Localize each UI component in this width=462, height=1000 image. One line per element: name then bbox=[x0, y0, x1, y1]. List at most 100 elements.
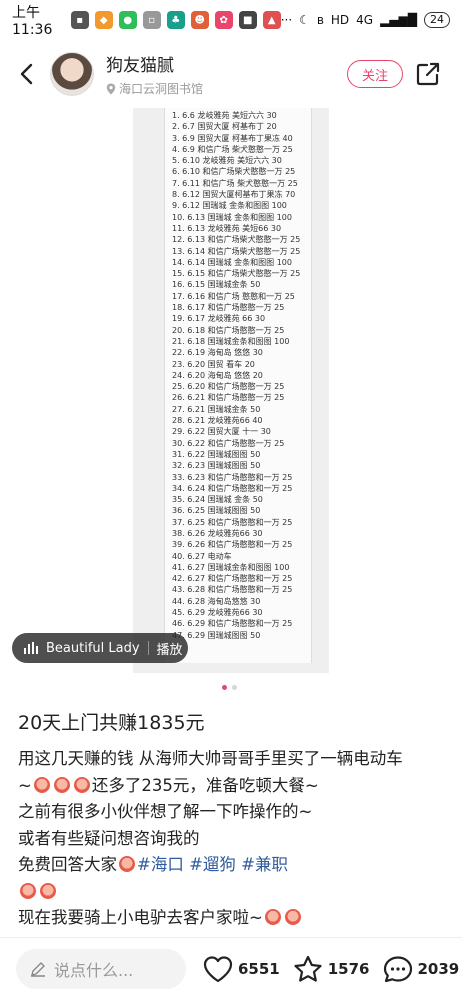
bottom-action-bar: 说点什么... 6551 1576 2039 bbox=[0, 937, 462, 1000]
wechat-icon: ● bbox=[118, 11, 137, 29]
system-icons: ··· ☾ ʙ HD 4G ▂▄▆█ 24 bbox=[281, 12, 450, 28]
back-button[interactable] bbox=[6, 54, 46, 94]
record-line: 17. 6.16 和信广场 憨憨和一万 25 bbox=[172, 291, 295, 301]
record-line: 15. 6.15 和信广场柴犬憨憨一万 25 bbox=[172, 269, 301, 279]
record-line: 23. 6.20 国贸 看车 20 bbox=[172, 359, 255, 369]
record-line: 31. 6.22 国瑞城图图 50 bbox=[172, 449, 261, 459]
post-line: 免费回答大家 #海口 #遛狗 #兼职 bbox=[18, 852, 448, 879]
app-icon: ☻ bbox=[190, 11, 209, 29]
share-icon bbox=[416, 62, 440, 86]
record-line: 30. 6.22 和信广场憨憨一万 25 bbox=[172, 438, 285, 448]
record-line: 27. 6.21 国瑞城金条 50 bbox=[172, 404, 261, 414]
emoji-icon bbox=[119, 856, 135, 872]
music-title: Beautiful Lady bbox=[46, 640, 140, 656]
record-line: 2. 6.7 国贸大厦 柯基布丁 20 bbox=[172, 122, 277, 132]
music-tag[interactable]: Beautiful Lady 播放 bbox=[12, 633, 188, 663]
record-line: 32. 6.23 国瑞城图图 50 bbox=[172, 461, 261, 471]
record-line: 1. 6.6 龙岐雅苑 美短六六 30 bbox=[172, 111, 277, 120]
post-line: 之前有很多小伙伴想了解一下咋操作的~ bbox=[18, 802, 313, 821]
star-icon bbox=[294, 955, 322, 982]
record-line: 39. 6.26 和信广场憨憨和一万 25 bbox=[172, 540, 293, 550]
hashtag-dogwalking[interactable]: #遛狗 bbox=[189, 855, 236, 874]
record-line: 46. 6.29 和信广场憨憨和一万 25 bbox=[172, 619, 293, 629]
app-icon: ♣ bbox=[166, 11, 185, 29]
location-pin-icon bbox=[106, 83, 116, 94]
post-header: 狗友猫腻 海口云洞图书馆 关注 bbox=[0, 44, 462, 104]
comment-placeholder: 说点什么... bbox=[54, 961, 134, 980]
record-line: 13. 6.14 和信广场柴犬憨憨一万 25 bbox=[172, 246, 301, 256]
hd-icon: HD bbox=[330, 13, 350, 27]
record-line: 41. 6.27 国瑞城金条和图图 100 bbox=[172, 562, 290, 572]
hashtag-parttime[interactable]: #兼职 bbox=[241, 855, 288, 874]
do-not-disturb-icon: ☾ bbox=[299, 13, 310, 27]
post-line: 现在我要骑上小电驴去客户家啦~ bbox=[18, 905, 448, 932]
carousel-indicator bbox=[222, 685, 237, 690]
record-line: 26. 6.21 和信广场憨憨一万 25 bbox=[172, 393, 285, 403]
play-button[interactable]: 播放 bbox=[157, 639, 183, 658]
record-line: 12. 6.13 和信广场柴犬憨憨一万 25 bbox=[172, 235, 301, 245]
pencil-icon bbox=[31, 962, 45, 977]
record-line: 24. 6.20 海甸岛 悠悠 20 bbox=[172, 370, 263, 380]
share-button[interactable] bbox=[414, 60, 442, 88]
post-line: 或者有些疑问想咨询我的 bbox=[18, 828, 200, 848]
location-label: 海口云洞图书馆 bbox=[119, 82, 204, 96]
audio-bars-icon bbox=[24, 642, 38, 654]
record-line: 16. 6.15 国瑞城金条 50 bbox=[172, 280, 261, 290]
app-icon: ▫ bbox=[142, 11, 161, 29]
record-line: 38. 6.26 龙岐雅苑66 30 bbox=[172, 528, 263, 538]
status-bar: 上午11:36 ▪ ◆ ● ▫ ♣ ☻ ✿ ■ ▲ ··· ☾ ʙ HD 4G … bbox=[0, 0, 462, 40]
status-time: 上午11:36 bbox=[12, 5, 53, 38]
post-line: ~ 还多了235元，准备吃顿大餐~ bbox=[18, 773, 448, 800]
post-line: 用这几天赚的钱 从海师大帅哥哥手里买了一辆电动车 bbox=[18, 749, 403, 768]
record-line: 33. 6.23 和信广场憨憨和一万 25 bbox=[172, 472, 293, 482]
battery-icon: 24 bbox=[424, 12, 450, 28]
record-line: 40. 6.27 电动车 bbox=[172, 551, 232, 561]
post-line-suffix: 还多了235元，准备吃顿大餐~ bbox=[91, 775, 319, 795]
emoji-icon bbox=[284, 909, 301, 925]
emoji-icon bbox=[33, 776, 50, 793]
record-line: 29. 6.22 国贸大厦 十一 30 bbox=[172, 427, 271, 437]
record-line: 11. 6.13 龙岐雅苑 美短66 30 bbox=[172, 223, 282, 233]
emoji-icon bbox=[73, 776, 90, 793]
follow-button[interactable]: 关注 bbox=[347, 60, 403, 88]
bluetooth-icon: ʙ bbox=[316, 13, 324, 27]
record-line: 3. 6.9 国贸大厦 柯基布丁果冻 40 bbox=[172, 133, 293, 143]
record-line: 10. 6.13 国瑞城 金条和图图 100 bbox=[172, 212, 292, 222]
record-line: 44. 6.28 海甸岛悠悠 30 bbox=[172, 596, 261, 606]
record-line: 36. 6.25 国瑞城图图 50 bbox=[172, 506, 261, 516]
like-button[interactable]: 6551 bbox=[202, 954, 280, 984]
record-line: 18. 6.17 和信广场憨憨一万 25 bbox=[172, 303, 285, 313]
comment-input[interactable]: 说点什么... bbox=[16, 949, 186, 989]
record-line: 22. 6.19 海甸岛 悠悠 30 bbox=[172, 348, 263, 358]
author-info[interactable]: 狗友猫腻 海口云洞图书馆 bbox=[106, 51, 203, 97]
record-line: 14. 6.14 国瑞城 金条和图图 100 bbox=[172, 257, 292, 267]
app-icon: ◆ bbox=[94, 11, 113, 29]
heart-icon bbox=[203, 956, 233, 983]
record-line: 42. 6.27 和信广场憨憨和一万 25 bbox=[172, 574, 293, 584]
comment-button[interactable]: 2039 bbox=[382, 954, 459, 984]
record-line: 45. 6.29 龙岐雅苑66 30 bbox=[172, 608, 263, 618]
post-title: 20天上门共赚1835元 bbox=[18, 712, 205, 734]
record-line: 37. 6.25 和信广场憨憨和一万 25 bbox=[172, 517, 293, 527]
post-line-prefix: ~ bbox=[18, 775, 32, 795]
comment-bubble-icon bbox=[383, 956, 412, 983]
post-line-text: 现在我要骑上小电驴去客户家啦~ bbox=[18, 908, 263, 927]
location[interactable]: 海口云洞图书馆 bbox=[106, 80, 203, 97]
emoji-icon bbox=[264, 909, 281, 925]
author-name[interactable]: 狗友猫腻 bbox=[106, 51, 203, 76]
divider bbox=[147, 641, 149, 655]
hashtag-haikou[interactable]: #海口 bbox=[137, 855, 184, 874]
more-icon: ··· bbox=[280, 13, 293, 27]
record-line: 8. 6.12 国贸大厦柯基布丁果冻 70 bbox=[172, 190, 296, 200]
collect-count: 1576 bbox=[327, 960, 370, 978]
collect-button[interactable]: 1576 bbox=[292, 954, 370, 984]
emoji-icon bbox=[53, 776, 70, 793]
avatar[interactable] bbox=[50, 52, 94, 96]
record-line: 28. 6.21 龙岐雅苑66 40 bbox=[172, 416, 263, 426]
app-icon: ■ bbox=[238, 11, 257, 29]
record-line: 34. 6.24 和信广场憨憨和一万 25 bbox=[172, 483, 293, 493]
record-line: 19. 6.17 龙岐雅苑 66 30 bbox=[172, 314, 266, 324]
record-line: 6. 6.10 和信广场柴犬憨憨一万 25 bbox=[172, 167, 296, 177]
post-line-prefix: 免费回答大家 bbox=[18, 855, 117, 874]
record-lines: 1. 6.6 龙岐雅苑 美短六六 30 2. 6.7 国贸大厦 柯基布丁 20 3.… bbox=[165, 108, 311, 641]
